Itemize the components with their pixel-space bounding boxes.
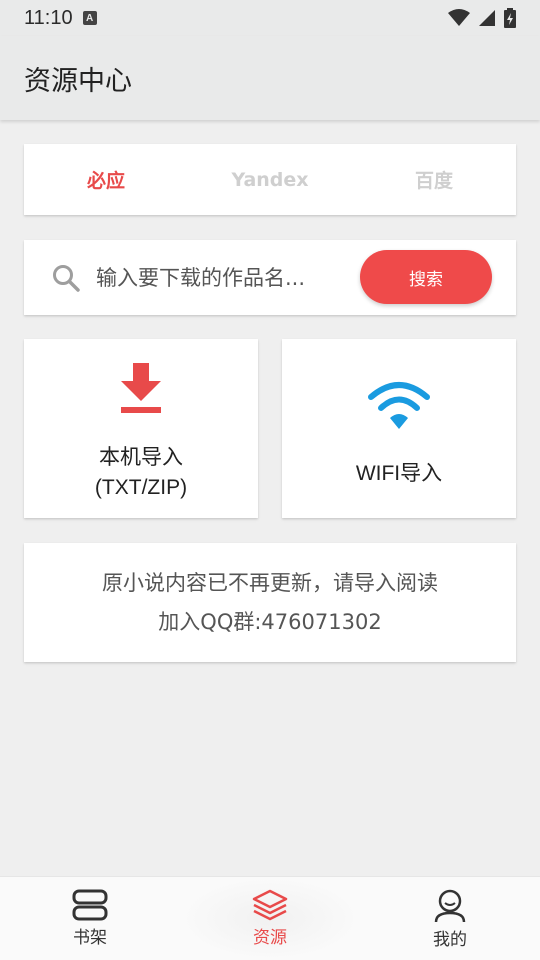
local-import-formats: (TXT/ZIP) [94,476,188,499]
search-button[interactable]: 搜索 [360,250,492,304]
bottom-nav: 书架 资源 我的 [0,876,540,960]
nav-bookshelf[interactable]: 书架 [0,877,180,960]
notice-text: 原小说内容已不再更新，请导入阅读 [102,570,438,595]
notice-card: 原小说内容已不再更新，请导入阅读 加入QQ群:476071302 [24,543,516,662]
notification-a-icon: A [82,11,97,25]
layers-icon [252,889,288,921]
search-card: 搜索 [24,240,516,315]
tab-baidu[interactable]: 百度 [352,166,516,193]
user-icon [434,889,466,923]
local-import-title: 本机导入 [99,446,183,469]
nav-resources[interactable]: 资源 [180,877,360,960]
status-time: 11:10 [24,6,73,29]
tab-yandex[interactable]: Yandex [188,169,352,191]
battery-icon [504,8,516,28]
app-bar: 资源中心 [0,36,540,120]
nav-resources-label: 资源 [253,928,287,948]
status-bar: 11:10 A [0,0,540,36]
wifi-icon [368,382,430,429]
download-icon [121,363,161,413]
qq-group-text: 加入QQ群:476071302 [158,609,382,634]
nav-profile[interactable]: 我的 [360,877,540,960]
local-import-card[interactable]: 本机导入 (TXT/ZIP) [24,339,258,518]
page-title: 资源中心 [24,65,132,97]
status-icons [448,8,516,28]
nav-bookshelf-label: 书架 [73,928,107,948]
wifi-import-label: WIFI导入 [355,462,443,485]
tab-bing[interactable]: 必应 [24,166,188,193]
local-import-label: 本机导入 (TXT/ZIP) [95,443,187,503]
wifi-import-card[interactable]: WIFI导入 [282,339,516,518]
wifi-signal-icon [448,9,470,26]
search-input[interactable] [96,265,334,290]
source-tabs: 必应 Yandex 百度 [24,144,516,215]
bookshelf-icon [72,889,108,921]
cell-signal-icon [479,10,495,26]
nav-profile-label: 我的 [433,930,467,950]
search-icon [53,264,80,292]
